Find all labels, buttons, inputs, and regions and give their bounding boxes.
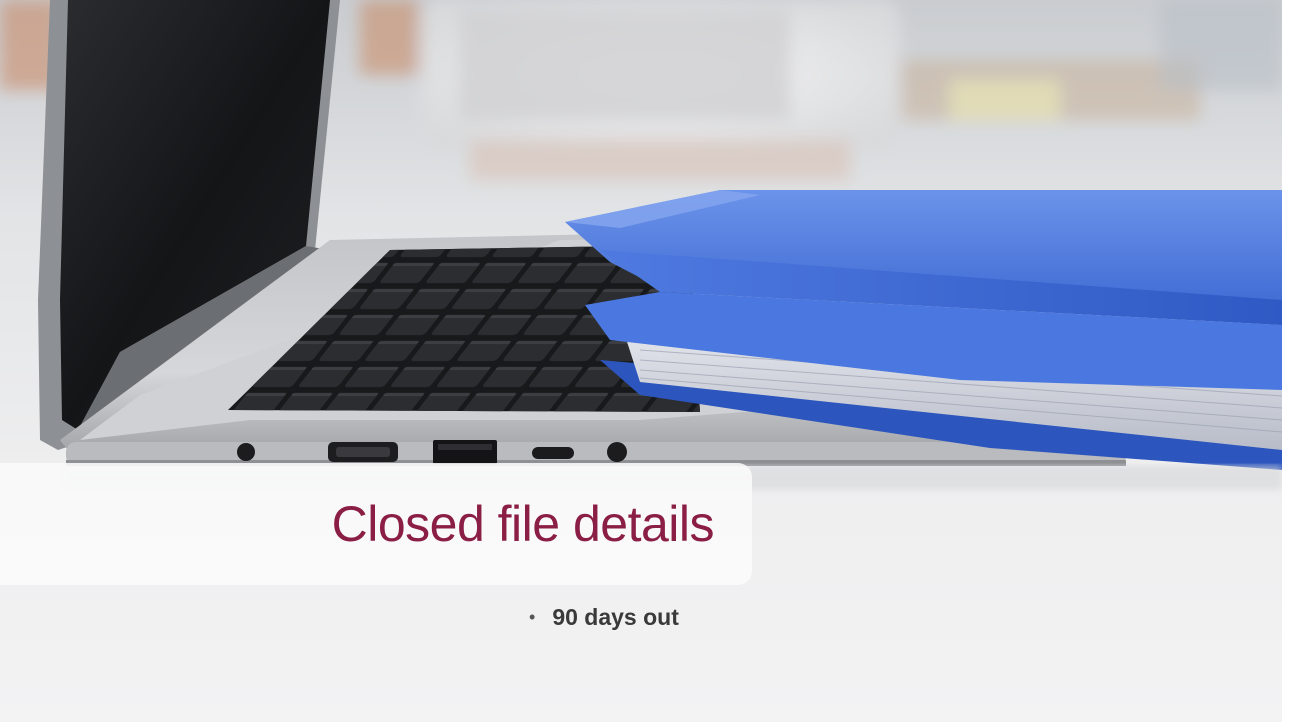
slide: Closed file details • 90 days out bbox=[0, 0, 1282, 722]
bullet-item: • 90 days out bbox=[529, 604, 679, 631]
title-panel: Closed file details bbox=[0, 463, 752, 585]
slide-title: Closed file details bbox=[331, 496, 715, 552]
bullet-list: • 90 days out bbox=[529, 604, 679, 631]
bullet-text: 90 days out bbox=[552, 604, 679, 630]
bullet-icon: • bbox=[529, 607, 536, 627]
